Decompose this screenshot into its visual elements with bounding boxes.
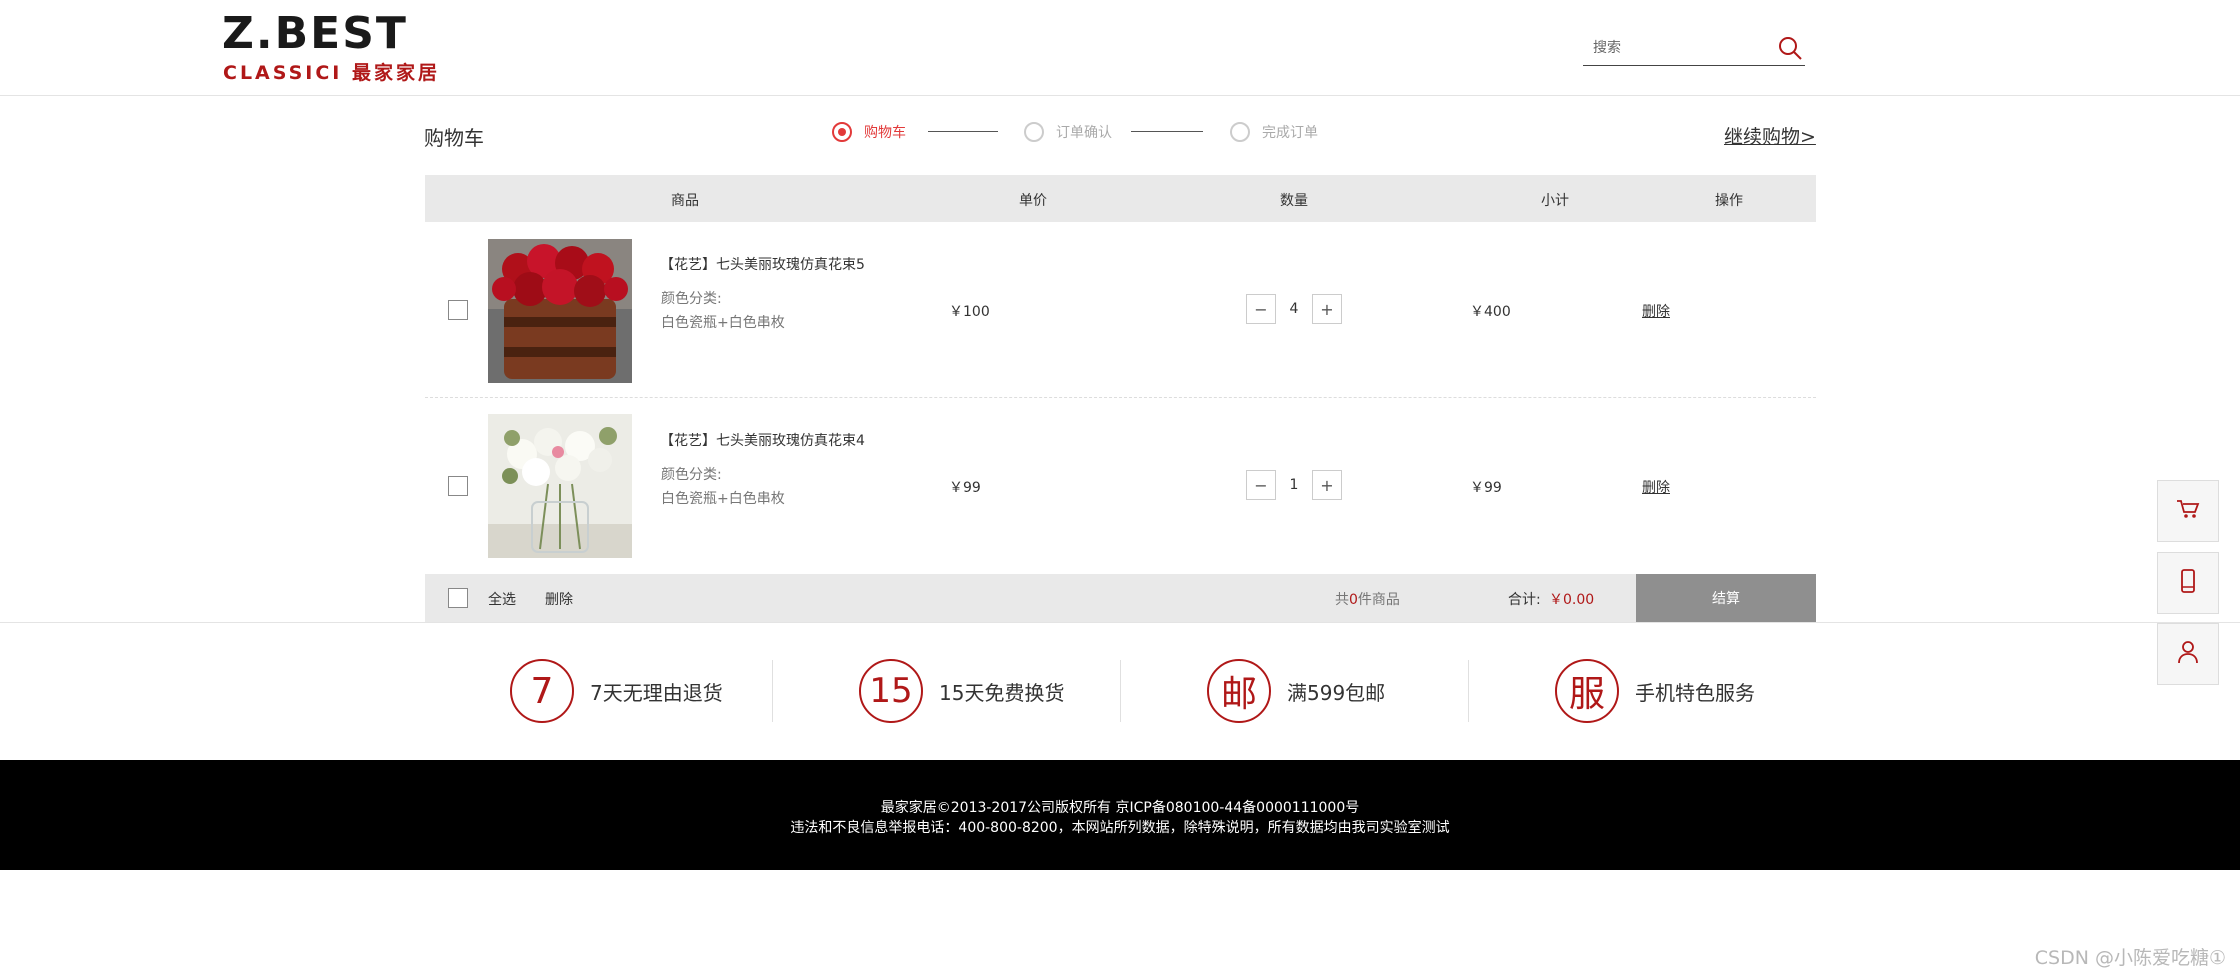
mail-icon: 邮 [1207, 659, 1271, 723]
subtotal: ￥400 [1470, 304, 1511, 320]
row-checkbox[interactable] [448, 476, 468, 496]
service-text: 15天免费换货 [939, 680, 1065, 705]
attribute-value: 白色瓷瓶+白色串枚 [661, 315, 785, 331]
side-user-button[interactable] [2157, 623, 2219, 685]
report-text: 违法和不良信息举报电话：400-800-8200，本网站所列数据，除特殊说明，所… [790, 820, 1450, 836]
cart-icon [2175, 496, 2201, 526]
site-footer: 最家家居©2013-2017公司版权所有 京ICP备080100-44备0000… [0, 760, 2240, 870]
side-mobile-button[interactable] [2157, 552, 2219, 614]
item-count-prefix: 共 [1335, 592, 1349, 608]
attribute-value: 白色瓷瓶+白色串枚 [661, 491, 785, 507]
step-label: 完成订单 [1262, 125, 1318, 141]
step-label: 订单确认 [1056, 125, 1112, 141]
phone-icon [2175, 568, 2201, 598]
search-input[interactable] [1583, 34, 1763, 62]
service-text: 7天无理由退货 [590, 680, 723, 705]
subtotal: ￥99 [1470, 480, 1502, 496]
total-value: ￥0.00 [1549, 592, 1595, 608]
column-header-actions: 操作 [1715, 193, 1743, 209]
delete-item-link[interactable]: 删除 [1642, 301, 1670, 321]
service-exchange: 15 15天免费换货 [859, 658, 1064, 724]
service-free-shipping: 邮 满599包邮 [1207, 658, 1385, 724]
service-text: 手机特色服务 [1635, 680, 1755, 705]
step-cart: 购物车 [832, 119, 906, 145]
step-confirm: 订单确认 [1024, 119, 1112, 145]
service-divider [1120, 660, 1121, 722]
step-connector [1131, 131, 1203, 132]
continue-shopping-link[interactable]: 继续购物> [1724, 122, 1816, 149]
search-icon[interactable] [1775, 34, 1805, 64]
delete-selected-link[interactable]: 删除 [545, 589, 573, 609]
copyright-text: 最家家居©2013-2017公司版权所有 京ICP备080100-44备0000… [880, 800, 1360, 816]
logo-subtitle: CLASSICI 最家家居 [223, 62, 440, 84]
site-header: Z.BEST CLASSICI 最家家居 [0, 0, 2240, 96]
return-7days-icon: 7 [510, 659, 574, 723]
attribute-label: 颜色分类: [661, 467, 722, 483]
cart-summary-bar: 全选 删除 共0件商品 合计: ￥0.00 结算 [425, 574, 1816, 622]
item-count: 共0件商品 [1335, 589, 1400, 609]
product-image-red-roses[interactable] [488, 239, 632, 383]
page-title: 购物车 [424, 126, 484, 150]
product-attribute: 颜色分类: 白色瓷瓶+白色串枚 [661, 463, 785, 511]
step-radio-icon [832, 122, 852, 142]
select-all-checkbox[interactable] [448, 588, 468, 608]
select-all-label[interactable]: 全选 [488, 589, 516, 609]
cart-row: 【花艺】七头美丽玫瑰仿真花束4 颜色分类: 白色瓷瓶+白色串枚 ￥99 − 1 … [425, 398, 1816, 574]
decrease-quantity-button[interactable]: − [1246, 470, 1276, 500]
checkout-button[interactable]: 结算 [1636, 574, 1816, 622]
search-box [1583, 34, 1805, 66]
quantity-value: 4 [1289, 301, 1299, 317]
step-connector [928, 131, 998, 132]
row-checkbox[interactable] [448, 300, 468, 320]
unit-price: ￥99 [949, 480, 981, 496]
column-header-subtotal: 小计 [1541, 193, 1569, 209]
unit-price: ￥100 [949, 304, 990, 320]
cart-table-header: 商品 单价 数量 小计 操作 [425, 175, 1816, 222]
delete-item-link[interactable]: 删除 [1642, 477, 1670, 497]
item-count-value: 0 [1349, 592, 1358, 608]
decrease-quantity-button[interactable]: − [1246, 294, 1276, 324]
service-divider [1468, 660, 1469, 722]
column-header-price: 单价 [1019, 193, 1047, 209]
service-return: 7 7天无理由退货 [510, 658, 723, 724]
item-count-suffix: 件商品 [1357, 592, 1400, 608]
step-radio-icon [1230, 122, 1250, 142]
section-divider [0, 622, 2240, 623]
logo[interactable]: Z.BEST [222, 10, 408, 58]
service-icon: 服 [1555, 659, 1619, 723]
exchange-15days-icon: 15 [859, 659, 923, 723]
attribute-label: 颜色分类: [661, 291, 722, 307]
quantity-value: 1 [1289, 477, 1299, 493]
step-label: 购物车 [864, 125, 906, 141]
cart-row: 【花艺】七头美丽玫瑰仿真花束5 颜色分类: 白色瓷瓶+白色串枚 ￥100 − 4… [425, 222, 1816, 398]
watermark: CSDN @小陈爱吃糖① [2034, 947, 2226, 969]
service-text: 满599包邮 [1287, 680, 1386, 705]
increase-quantity-button[interactable]: + [1312, 294, 1342, 324]
side-cart-button[interactable] [2157, 480, 2219, 542]
user-icon [2175, 639, 2201, 669]
service-divider [772, 660, 773, 722]
column-header-quantity: 数量 [1280, 193, 1308, 209]
step-complete: 完成订单 [1230, 119, 1318, 145]
product-name[interactable]: 【花艺】七头美丽玫瑰仿真花束4 [660, 430, 865, 450]
total-label: 合计: [1508, 592, 1541, 608]
product-attribute: 颜色分类: 白色瓷瓶+白色串枚 [661, 287, 785, 335]
product-name[interactable]: 【花艺】七头美丽玫瑰仿真花束5 [660, 254, 865, 274]
increase-quantity-button[interactable]: + [1312, 470, 1342, 500]
service-mobile: 服 手机特色服务 [1555, 658, 1755, 724]
step-radio-icon [1024, 122, 1044, 142]
product-image-white-flowers[interactable] [488, 414, 632, 558]
quantity-stepper: − 4 + [1246, 294, 1342, 324]
column-header-product: 商品 [671, 193, 699, 209]
quantity-stepper: − 1 + [1246, 470, 1342, 500]
